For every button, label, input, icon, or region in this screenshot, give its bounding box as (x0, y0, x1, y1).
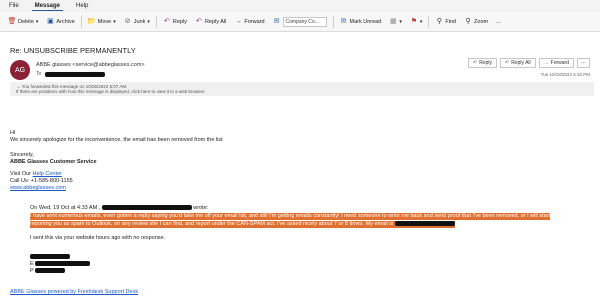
recipient-row: To (36, 71, 106, 77)
forward-button[interactable]: → Forward (230, 15, 268, 29)
divider (332, 15, 334, 28)
forward-icon: → (543, 60, 549, 66)
menu-help[interactable]: Help (73, 2, 91, 10)
message-timestamp: Tue 10/18/2022 6:16 PM (540, 72, 590, 77)
quote-signature-phone: P (30, 268, 66, 275)
phone-line: Call Us: +1-585-800-1155 (10, 178, 73, 184)
menu-bar: File Message Help (0, 0, 600, 12)
highlighted-quote-line: reporting you as spam to Outlook, on any… (30, 221, 455, 228)
search-icon: ⚲ (436, 17, 442, 25)
more-button[interactable]: ... (492, 15, 505, 29)
info-bar[interactable]: → You forwarded this message on 10/25/20… (10, 82, 594, 96)
flag-button[interactable]: ⚑ ▾ (406, 15, 427, 29)
body-line: We sincerely apologize for the inconveni… (10, 137, 223, 143)
reply-all-icon: ↶ (505, 60, 510, 66)
junk-icon: ⊘ (124, 17, 131, 25)
junk-button[interactable]: ⊘ Junk ▾ (120, 15, 154, 29)
sincerely: Sincerely, (10, 152, 34, 158)
divider (80, 15, 82, 28)
footer-link[interactable]: ABBE Glasses powered by Freshdesk Suppor… (10, 289, 138, 296)
reply-action-button[interactable]: ↶ Reply (468, 58, 497, 68)
zoom-icon: ⚲ (465, 17, 471, 25)
quick-steps-icon: ✉ (273, 17, 280, 25)
divider (155, 15, 157, 28)
archive-button[interactable]: ▣ Archive (42, 15, 78, 29)
avatar: AG (10, 60, 30, 80)
ribbon-toolbar: 🗑 Delete ▾ ▣ Archive 📁 Move ▾ ⊘ Junk ▾ ↶ Reply ↶… (0, 12, 600, 32)
delete-button[interactable]: 🗑 Delete ▾ (4, 15, 42, 29)
highlighted-quote-line: I have sent numerous emails, even gotten… (30, 213, 551, 220)
sender[interactable]: ABBE glasses <service@abbeglasses.com> (36, 62, 145, 68)
redacted-phone (35, 268, 66, 274)
divider (428, 15, 430, 28)
envelope-icon: ✉ (340, 17, 347, 25)
more-icon: ⋯ (581, 60, 586, 66)
reply-all-button[interactable]: ↶ Reply All (191, 15, 230, 29)
reply-all-action-button[interactable]: ↶ Reply All (500, 58, 536, 68)
sent-via-line: I sent this via your website hours ago w… (30, 235, 166, 241)
website-link[interactable]: www.abbeglasses.com (10, 185, 66, 192)
zoom-button[interactable]: ⚲ Zoom (460, 15, 492, 29)
find-button[interactable]: ⚲ Find (431, 15, 460, 29)
visit-line: Visit Our Help Center (10, 171, 62, 177)
quote-header: On Wed, 19 Oct at 4:33 AM , wrote: (30, 205, 209, 211)
archive-icon: ▣ (47, 17, 54, 25)
message-subject: Re: UNSUBSCRIBE PERMANENTLY (10, 46, 136, 55)
forward-action-button[interactable]: → Forward (538, 58, 574, 68)
categorize-icon: ▦ (390, 17, 397, 25)
reply-button[interactable]: ↶ Reply (159, 15, 191, 29)
menu-file[interactable]: File (6, 2, 22, 10)
signature-name: ABBE Glasses Customer Service (10, 159, 97, 165)
to-label: To (36, 71, 42, 77)
redacted-email (35, 261, 91, 267)
move-button[interactable]: 📁 Move ▾ (84, 15, 120, 29)
trash-icon: 🗑 (7, 17, 17, 25)
reply-icon: ↶ (473, 60, 478, 66)
redacted-name (30, 254, 70, 259)
redacted-recipient (45, 71, 106, 77)
menu-message[interactable]: Message (31, 2, 64, 11)
quote-signature-email: E (30, 261, 91, 268)
flag-icon: ⚑ (410, 17, 417, 25)
redacted-email (394, 221, 455, 227)
help-center-link[interactable]: Help Center (33, 171, 62, 177)
forward-icon: → (234, 17, 242, 25)
reply-all-icon: ↶ (196, 17, 202, 25)
redacted-sender (101, 205, 192, 211)
quick-steps[interactable]: ✉ Company Co... (269, 15, 331, 29)
message-actions: ↶ Reply ↶ Reply All → Forward ⋯ (468, 58, 590, 68)
quick-steps-combo[interactable]: Company Co... (282, 16, 327, 27)
more-actions-button[interactable]: ⋯ (577, 58, 590, 68)
display-problem-info[interactable]: If there are problems with how this mess… (16, 89, 588, 94)
mark-unread-button[interactable]: ✉ Mark Unread (336, 15, 386, 29)
folder-icon: 📁 (87, 17, 97, 25)
greeting: Hi (10, 130, 16, 136)
reply-icon: ↶ (163, 17, 170, 25)
categorize-button[interactable]: ▦ ▾ (385, 15, 406, 29)
